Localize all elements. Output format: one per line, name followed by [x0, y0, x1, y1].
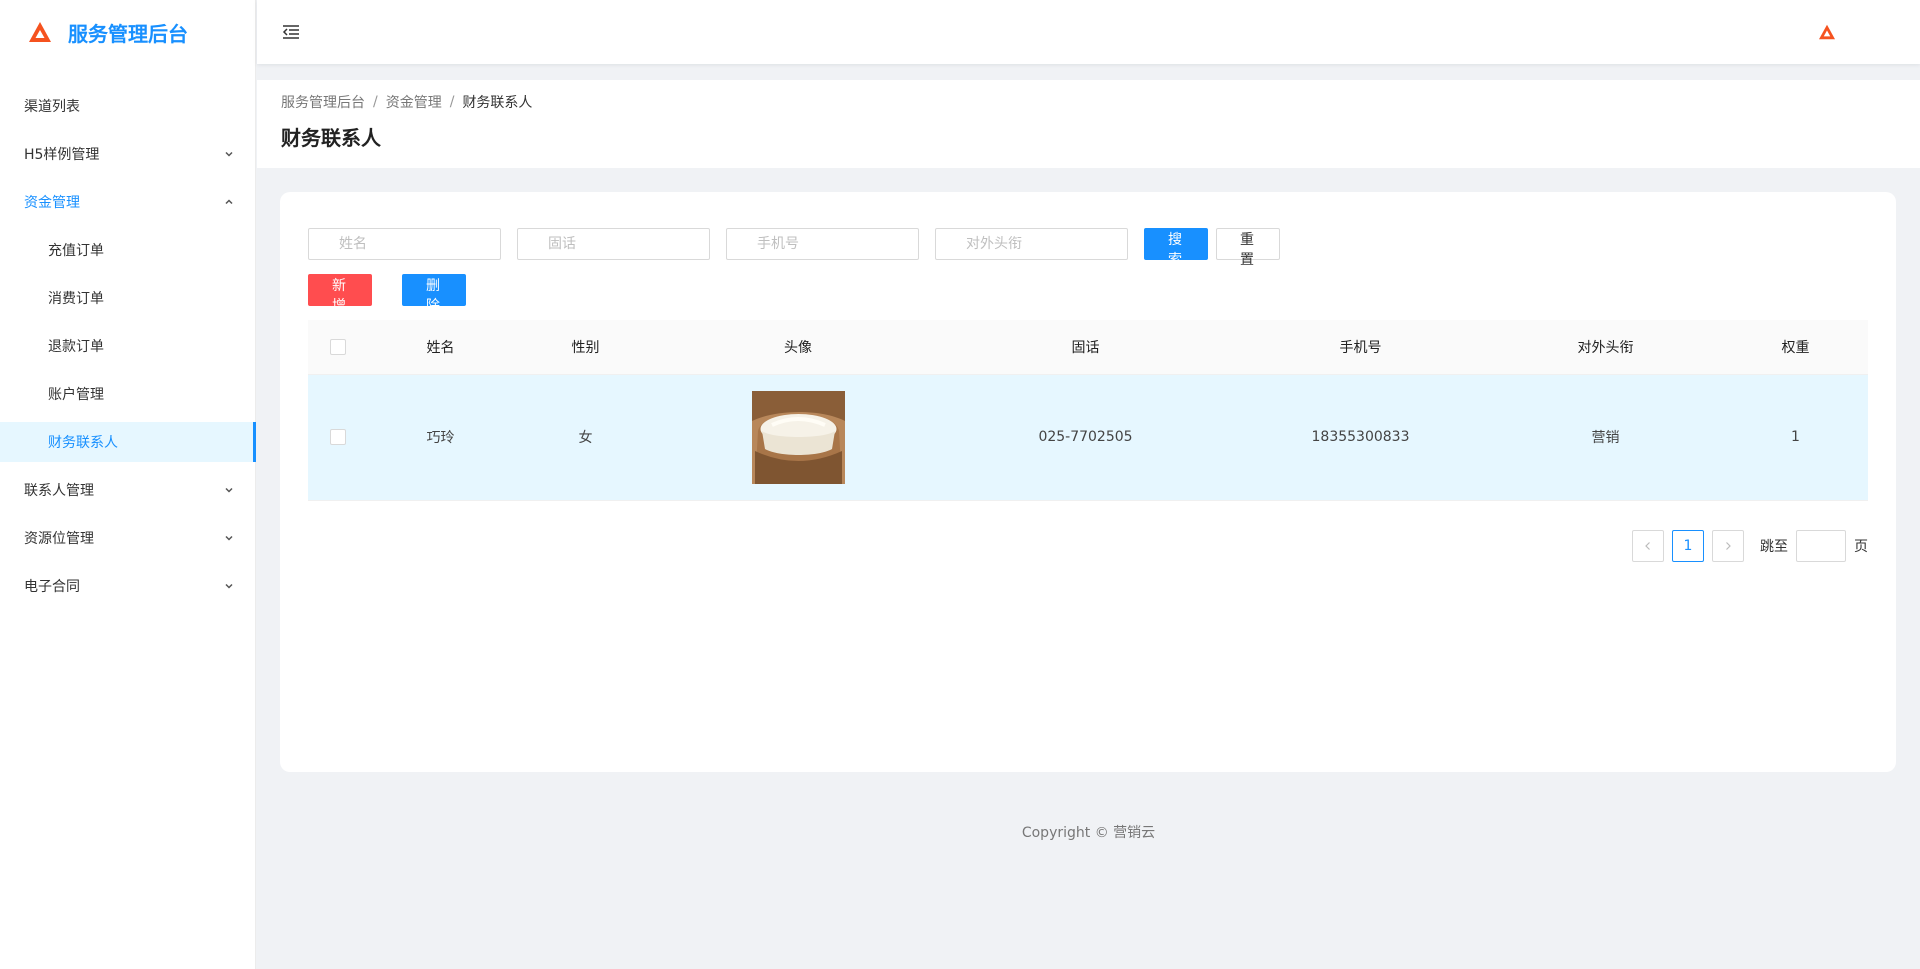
cell-phone: 025-7702505: [938, 374, 1233, 501]
table-header-row: 姓名 性别 头像 固话 手机号 对外头衔 权重: [308, 320, 1868, 375]
breadcrumb-item-current: 财务联系人: [462, 95, 533, 111]
page-button-current[interactable]: 1: [1672, 530, 1704, 562]
breadcrumb-item-funds[interactable]: 资金管理: [386, 92, 442, 112]
column-header-gender: 性别: [513, 320, 658, 375]
search-form: 搜 索 重 置: [308, 228, 1868, 268]
logo[interactable]: 服务管理后台: [0, 0, 255, 64]
breadcrumb-separator: /: [373, 94, 378, 110]
jump-suffix-label: 页: [1854, 539, 1868, 555]
footer-copyright: Copyright © 营销云: [1021, 825, 1156, 841]
top-header: [257, 0, 1920, 64]
sidebar-item-label: 电子合同: [24, 579, 80, 595]
cell-name: 巧玲: [368, 374, 513, 501]
cell-weight: 1: [1723, 374, 1868, 501]
sidebar-item-refund-orders[interactable]: 退款订单: [0, 326, 255, 366]
user-avatar-logo-icon[interactable]: [1818, 24, 1836, 40]
chevron-up-icon: [225, 199, 233, 205]
rice-sack-image: [751, 390, 845, 484]
content-card: 搜 索 重 置 新 增 删 除 姓名 性别 头像 固话 手机号 对外头衔 权重: [280, 192, 1896, 772]
delete-button[interactable]: 删 除: [402, 274, 466, 314]
sidebar-item-label: 充值订单: [48, 243, 104, 259]
phone-search-input[interactable]: [517, 228, 710, 260]
sidebar-item-label: 渠道列表: [24, 99, 80, 115]
sidebar-item-e-contracts[interactable]: 电子合同: [0, 566, 255, 606]
sidebar-item-label: 账户管理: [48, 387, 104, 403]
cell-gender: 女: [513, 374, 658, 501]
column-header-weight: 权重: [1723, 320, 1868, 375]
chevron-left-icon: [1645, 542, 1650, 550]
mobile-search-input[interactable]: [726, 228, 919, 260]
page-header: 服务管理后台 / 资金管理 / 财务联系人 财务联系人: [257, 80, 1920, 168]
jump-prefix-label: 跳至: [1760, 539, 1788, 555]
row-checkbox[interactable]: [330, 429, 346, 445]
add-button[interactable]: 新 增: [308, 274, 372, 314]
sidebar-item-label: 消费订单: [48, 291, 104, 307]
pagination: 1 跳至 页: [1624, 530, 1868, 562]
next-page-button[interactable]: [1712, 530, 1744, 562]
sidebar-item-label: 财务联系人: [48, 435, 118, 451]
breadcrumb-item-home[interactable]: 服务管理后台: [281, 92, 365, 112]
sidebar-item-label: H5样例管理: [24, 147, 100, 163]
column-header-phone: 固话: [938, 320, 1233, 375]
cell-mobile: 18355300833: [1233, 374, 1488, 501]
sidebar-item-resource-slots[interactable]: 资源位管理: [0, 518, 255, 558]
select-all-checkbox[interactable]: [330, 338, 346, 355]
cell-avatar: [658, 374, 938, 501]
sidebar-item-consume-orders[interactable]: 消费订单: [0, 278, 255, 318]
reset-button[interactable]: 重 置: [1216, 228, 1280, 268]
column-header-name: 姓名: [368, 320, 513, 375]
contacts-table: 姓名 性别 头像 固话 手机号 对外头衔 权重 巧玲 女 025-7702505…: [308, 320, 1868, 501]
sidebar: 服务管理后台 渠道列表 H5样例管理 资金管理 充值订单 消费订单 退款订单 账…: [0, 0, 256, 969]
column-header-avatar: 头像: [658, 320, 938, 375]
action-bar: 新 增 删 除: [308, 274, 1868, 314]
sidebar-item-label: 退款订单: [48, 339, 104, 355]
chevron-down-icon: [225, 487, 233, 493]
chevron-down-icon: [225, 151, 233, 157]
sidebar-menu: 渠道列表 H5样例管理 资金管理 充值订单 消费订单 退款订单 账户管理 财务联…: [0, 86, 256, 606]
logo-icon: [29, 22, 51, 42]
sidebar-item-h5-samples[interactable]: H5样例管理: [0, 134, 255, 174]
menu-fold-icon[interactable]: [281, 22, 301, 42]
search-button[interactable]: 搜 索: [1144, 228, 1208, 268]
title-search-input[interactable]: [935, 228, 1128, 260]
page-jump-input[interactable]: [1796, 530, 1846, 562]
sidebar-item-label: 联系人管理: [24, 483, 94, 499]
table-row[interactable]: 巧玲 女 025-7702505 18355300833 营销 1: [308, 374, 1868, 501]
page-title: 财务联系人: [281, 126, 381, 150]
sidebar-item-funds[interactable]: 资金管理: [0, 182, 255, 222]
sidebar-item-channel-list[interactable]: 渠道列表: [0, 86, 255, 126]
column-header-mobile: 手机号: [1233, 320, 1488, 375]
breadcrumb-separator: /: [449, 94, 455, 110]
breadcrumb: 服务管理后台 / 资金管理 / 财务联系人: [281, 92, 1896, 112]
app-title: 服务管理后台: [68, 21, 188, 46]
chevron-down-icon: [225, 535, 233, 541]
cell-title: 营销: [1488, 374, 1723, 501]
sidebar-item-contact-management[interactable]: 联系人管理: [0, 470, 255, 510]
sidebar-item-finance-contacts[interactable]: 财务联系人: [0, 422, 256, 462]
row-select-cell: [308, 374, 368, 501]
column-header-title: 对外头衔: [1488, 320, 1723, 375]
chevron-right-icon: [1726, 542, 1731, 550]
sidebar-item-account-management[interactable]: 账户管理: [0, 374, 255, 414]
name-search-input[interactable]: [308, 228, 501, 260]
sidebar-item-recharge-orders[interactable]: 充值订单: [0, 230, 255, 270]
sidebar-item-label: 资金管理: [24, 195, 80, 211]
prev-page-button[interactable]: [1632, 530, 1664, 562]
chevron-down-icon: [225, 583, 233, 589]
sidebar-item-label: 资源位管理: [24, 531, 94, 547]
select-all-cell: [308, 320, 368, 375]
